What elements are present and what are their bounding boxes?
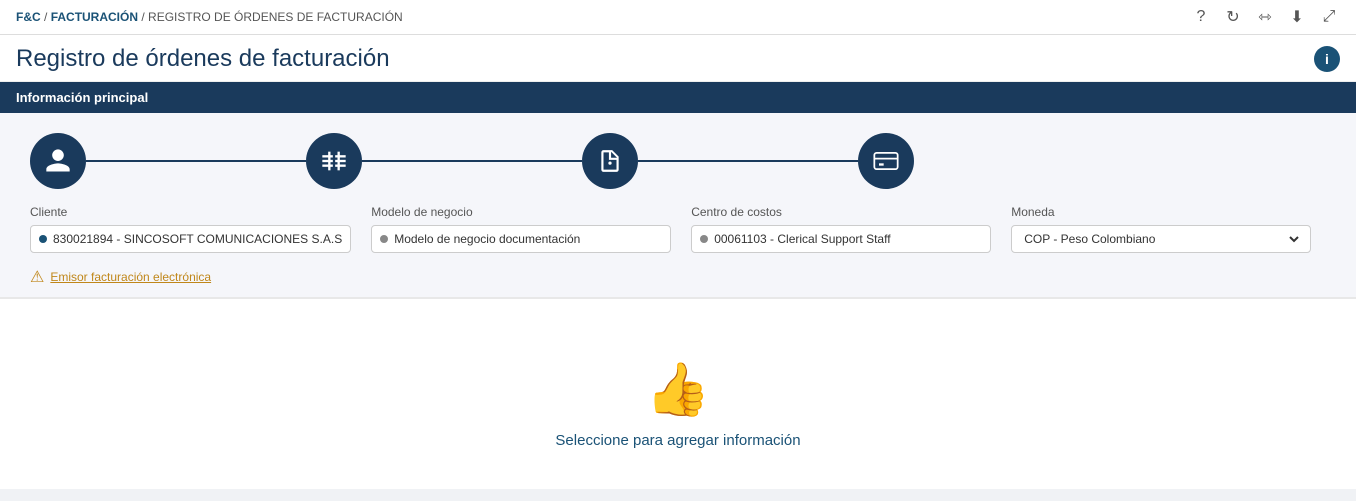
- value-modelo: Modelo de negocio documentación: [394, 232, 580, 246]
- field-group-modelo: Modelo de negocio Modelo de negocio docu…: [371, 205, 671, 253]
- fields-row: Cliente 830021894 - SINCOSOFT COMUNICACI…: [30, 205, 1326, 253]
- page-title-bar: Registro de órdenes de facturación i: [0, 35, 1356, 82]
- input-modelo[interactable]: Modelo de negocio documentación: [371, 225, 671, 253]
- section-header: Información principal: [0, 82, 1356, 113]
- select-moneda[interactable]: COP - Peso Colombiano USD - Dólar EUR - …: [1020, 231, 1302, 247]
- value-centro: 00061103 - Clerical Support Staff: [714, 232, 890, 246]
- step-line-3: [638, 160, 858, 162]
- empty-state-text: Seleccione para agregar información: [555, 432, 800, 449]
- help-icon[interactable]: ?: [1190, 6, 1212, 28]
- main-content: Cliente 830021894 - SINCOSOFT COMUNICACI…: [0, 113, 1356, 297]
- steps-container: [30, 123, 1326, 189]
- input-centro[interactable]: 00061103 - Clerical Support Staff: [691, 225, 991, 253]
- dot-cliente: [39, 235, 47, 243]
- step-centro: [582, 133, 638, 189]
- label-cliente: Cliente: [30, 205, 351, 219]
- top-icons-group: ? ↻ ⇿ ⬇ ⤢: [1190, 6, 1340, 28]
- breadcrumb-current: REGISTRO DE ÓRDENES DE FACTURACIÓN: [148, 10, 403, 24]
- expand-icon[interactable]: ⤢: [1318, 6, 1340, 28]
- step-line-1: [86, 160, 306, 162]
- refresh-icon[interactable]: ↻: [1222, 6, 1244, 28]
- label-centro: Centro de costos: [691, 205, 991, 219]
- warning-row: ⚠ Emisor facturación electrónica: [30, 267, 1326, 287]
- top-bar: F&C / FACTURACIÓN / REGISTRO DE ÓRDENES …: [0, 0, 1356, 35]
- thumbs-up-icon: 👍: [646, 359, 711, 420]
- download-icon[interactable]: ⬇: [1286, 6, 1308, 28]
- step-moneda: [858, 133, 914, 189]
- dot-centro: [700, 235, 708, 243]
- select-moneda-container[interactable]: COP - Peso Colombiano USD - Dólar EUR - …: [1011, 225, 1311, 253]
- label-moneda: Moneda: [1011, 205, 1311, 219]
- step-circle-moneda: [858, 133, 914, 189]
- step-circle-modelo: [306, 133, 362, 189]
- value-cliente: 830021894 - SINCOSOFT COMUNICACIONES S.A…: [53, 232, 342, 246]
- step-circle-cliente: [30, 133, 86, 189]
- breadcrumb-facturacion[interactable]: FACTURACIÓN: [51, 10, 138, 24]
- step-modelo: [306, 133, 362, 189]
- label-modelo: Modelo de negocio: [371, 205, 671, 219]
- empty-text-highlight: información: [723, 432, 801, 449]
- field-group-centro: Centro de costos 00061103 - Clerical Sup…: [691, 205, 991, 253]
- breadcrumb: F&C / FACTURACIÓN / REGISTRO DE ÓRDENES …: [16, 10, 403, 24]
- input-cliente[interactable]: 830021894 - SINCOSOFT COMUNICACIONES S.A…: [30, 225, 351, 253]
- dot-modelo: [380, 235, 388, 243]
- info-icon[interactable]: i: [1314, 46, 1340, 72]
- empty-text-before: Seleccione para agregar: [555, 432, 723, 449]
- split-icon[interactable]: ⇿: [1254, 6, 1276, 28]
- field-group-cliente: Cliente 830021894 - SINCOSOFT COMUNICACI…: [30, 205, 351, 253]
- warning-triangle-icon: ⚠: [30, 267, 44, 287]
- empty-section: 👍 Seleccione para agregar información: [0, 297, 1356, 489]
- step-line-2: [362, 160, 582, 162]
- step-circle-centro: [582, 133, 638, 189]
- page-title: Registro de órdenes de facturación: [16, 45, 390, 73]
- step-cliente: [30, 133, 86, 189]
- breadcrumb-fc[interactable]: F&C: [16, 10, 41, 24]
- field-group-moneda: Moneda COP - Peso Colombiano USD - Dólar…: [1011, 205, 1311, 253]
- warning-link[interactable]: Emisor facturación electrónica: [50, 270, 211, 284]
